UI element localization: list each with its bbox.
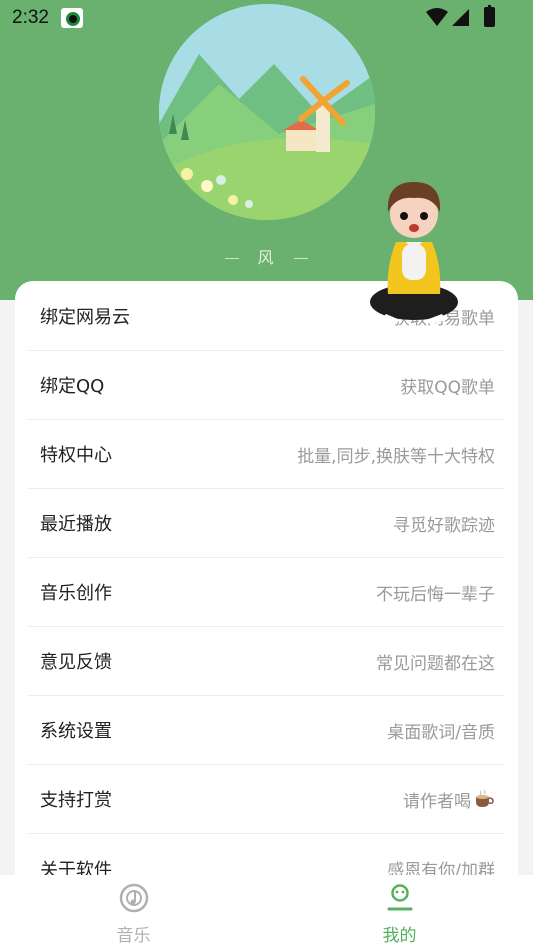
bottom-tab-bar: 音乐 我的: [0, 875, 533, 947]
menu-item-desc: 批量,同步,换肤等十大特权: [297, 446, 495, 467]
menu-item-desc: 获取QQ歌单: [400, 377, 495, 398]
menu-item-feedback[interactable]: 意见反馈 常见问题都在这: [28, 627, 505, 696]
status-time: 2:32: [12, 7, 49, 28]
menu-item-label: 特权中心: [40, 445, 112, 466]
menu-card: 绑定网易云 获取网易歌单 绑定QQ 获取QQ歌单 特权中心 批量,同步,换肤等十…: [15, 281, 518, 901]
nickname-text: 风: [257, 248, 276, 267]
battery-icon: [484, 5, 495, 27]
music-disc-icon: [119, 883, 148, 913]
menu-item-privileges[interactable]: 特权中心 批量,同步,换肤等十大特权: [28, 420, 505, 489]
menu-item-label: 最近播放: [40, 514, 112, 535]
notification-app-icon: [61, 8, 83, 28]
menu-item-bind-qq[interactable]: 绑定QQ 获取QQ歌单: [28, 351, 505, 420]
landscape-windmill-image: [159, 4, 375, 220]
wifi-signal-icon: [426, 8, 469, 26]
menu-item-desc: 请作者喝: [403, 787, 505, 812]
menu-item-label: 音乐创作: [40, 583, 112, 604]
menu-item-label: 意见反馈: [40, 652, 112, 673]
tab-label: 我的: [382, 926, 417, 946]
divider: [225, 258, 240, 259]
avatar[interactable]: [159, 4, 375, 220]
tab-music[interactable]: 音乐: [67, 875, 200, 947]
divider: [293, 258, 308, 259]
menu-item-recent-play[interactable]: 最近播放 寻觅好歌踪迹: [28, 489, 505, 558]
menu-item-label: 系统设置: [40, 721, 112, 742]
menu-item-settings[interactable]: 系统设置 桌面歌词/音质: [28, 696, 505, 765]
menu-item-music-creation[interactable]: 音乐创作 不玩后悔一辈子: [28, 558, 505, 627]
user-icon: [387, 884, 412, 911]
menu-item-donate[interactable]: 支持打赏 请作者喝: [28, 765, 505, 834]
menu-item-desc-text: 请作者喝: [403, 791, 471, 812]
menu-item-label: 支持打赏: [40, 790, 112, 811]
menu-item-label: 绑定网易云: [40, 307, 130, 328]
menu-item-desc: 常见问题都在这: [376, 653, 495, 674]
menu-item-label: 绑定QQ: [40, 376, 105, 397]
menu-item-desc: 桌面歌词/音质: [387, 722, 495, 743]
menu-item-desc: 不玩后悔一辈子: [376, 584, 495, 605]
tab-label: 音乐: [116, 926, 151, 946]
mascot-character-image[interactable]: [366, 174, 462, 324]
coffee-icon: [476, 789, 494, 807]
tab-mine[interactable]: 我的: [333, 875, 466, 947]
menu-item-desc: 寻觅好歌踪迹: [393, 515, 495, 536]
